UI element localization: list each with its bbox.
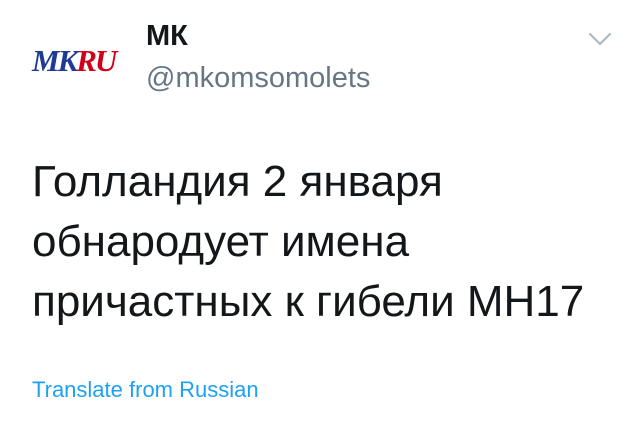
- tweet-text-line: Голландия 2 января: [32, 157, 443, 206]
- tweet-text: Голландия 2 января обнародует имена прич…: [32, 152, 622, 332]
- tweet-text-line: обнародует имена: [32, 217, 410, 266]
- display-name[interactable]: МК: [146, 18, 188, 54]
- avatar[interactable]: MKRU: [32, 38, 128, 84]
- user-handle[interactable]: @mkomsomolets: [146, 60, 370, 96]
- chevron-down-icon[interactable]: [588, 30, 612, 48]
- tweet-header: MKRU МК @mkomsomolets: [0, 0, 640, 120]
- mk-logo: MKRU: [32, 43, 117, 78]
- tweet-text-line: причастных к гибели MH17: [32, 277, 585, 326]
- translate-link[interactable]: Translate from Russian: [32, 376, 259, 404]
- tweet: MKRU МК @mkomsomolets Голландия 2 января…: [0, 0, 640, 423]
